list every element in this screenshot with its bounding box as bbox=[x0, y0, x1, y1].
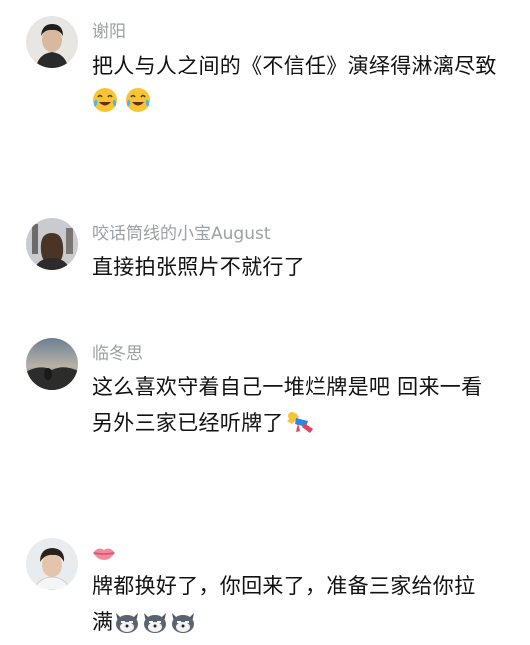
user-avatar[interactable] bbox=[26, 16, 78, 68]
comment-text: 直接拍张照片不就行了 bbox=[92, 249, 516, 285]
comment-text: 把人与人之间的《不信任》演绎得淋漓尽致 bbox=[92, 48, 516, 84]
user-avatar[interactable] bbox=[26, 338, 78, 390]
comment-text-content: 把人与人之间的《不信任》演绎得淋漓尽致 bbox=[92, 54, 497, 78]
husky-dog-emoji bbox=[169, 609, 197, 645]
comment-text-line: 牌都换好了，你回来了，准备三家给你拉 bbox=[92, 574, 476, 598]
user-avatar[interactable] bbox=[26, 218, 78, 270]
comment-text-line-2: 另外三家已经听牌了 bbox=[92, 405, 516, 446]
comment-text-content: 直接拍张照片不就行了 bbox=[92, 255, 305, 279]
comment-text-line-2: 满 bbox=[92, 604, 516, 645]
comment-text-line: 这么喜欢守着自己一堆烂牌是吧 回来一看 bbox=[92, 375, 483, 399]
username[interactable]: 临冬思 bbox=[92, 344, 143, 364]
husky-dog-emoji bbox=[113, 609, 141, 645]
comment-text: 这么喜欢守着自己一堆烂牌是吧 回来一看 另外三家已经听牌了 bbox=[92, 369, 516, 446]
username[interactable]: 谢阳 bbox=[92, 22, 126, 42]
comment-text: 牌都换好了，你回来了，准备三家给你拉 满 bbox=[92, 568, 516, 645]
comment-text-content: 满 bbox=[92, 610, 114, 634]
comment-text-content: 另外三家已经听牌了 bbox=[92, 411, 284, 435]
username[interactable]: 咬话筒线的小宝August bbox=[92, 224, 271, 244]
husky-dog-emoji bbox=[141, 609, 169, 645]
emoji-row bbox=[92, 87, 151, 117]
crying-laughing-emoji bbox=[92, 87, 118, 117]
falling-person-emoji bbox=[284, 409, 314, 446]
lips-icon bbox=[92, 544, 116, 566]
crying-laughing-emoji bbox=[125, 87, 151, 117]
user-avatar[interactable] bbox=[26, 538, 78, 590]
